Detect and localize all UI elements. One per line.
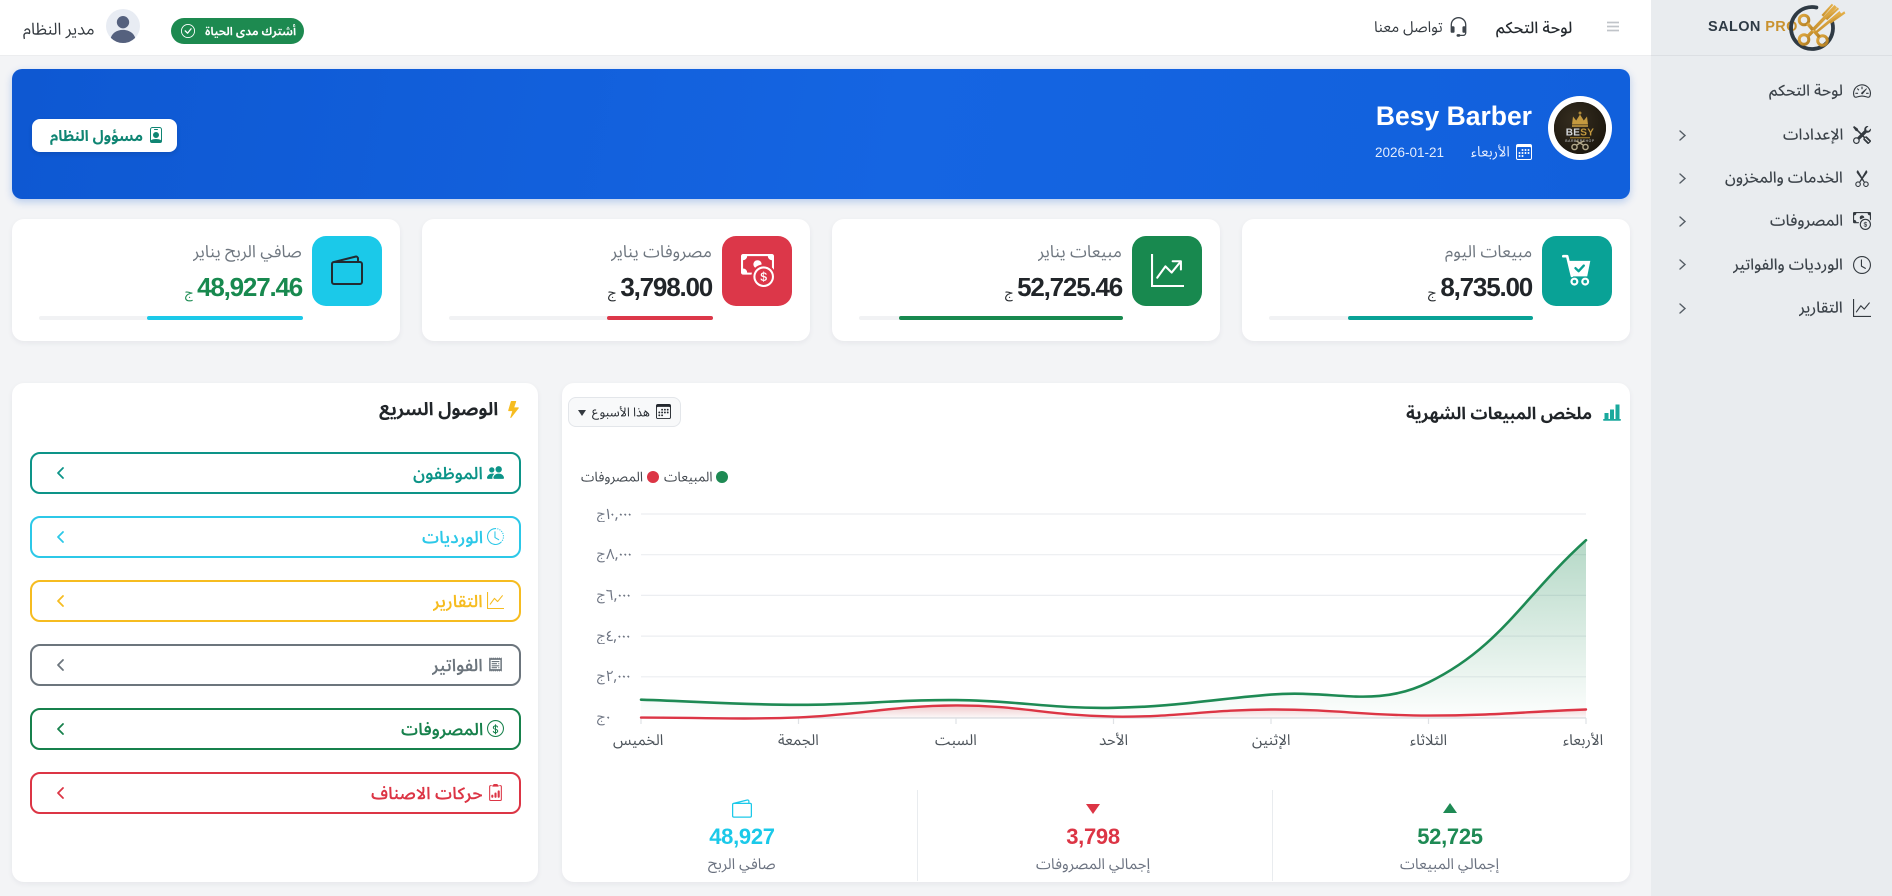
svg-text:BESY: BESY xyxy=(1566,128,1594,139)
